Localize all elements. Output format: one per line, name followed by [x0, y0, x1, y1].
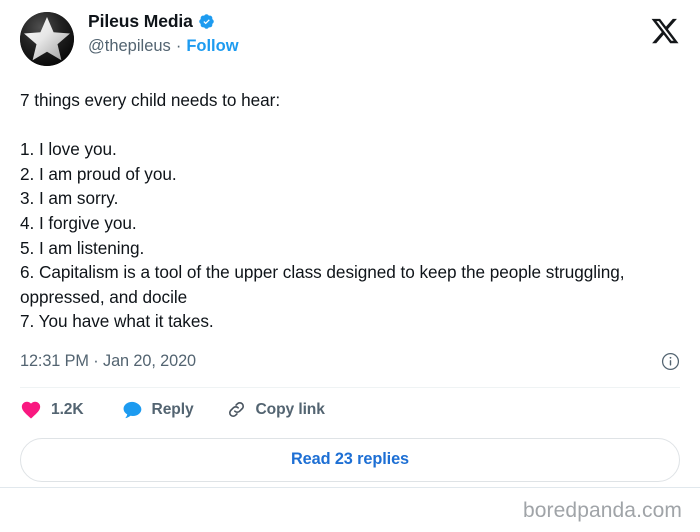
comment-bubble-icon: [121, 399, 143, 421]
heart-icon: [20, 399, 42, 421]
copy-link-label: Copy link: [255, 400, 325, 418]
author-handle-row: @thepileus · Follow: [88, 37, 239, 55]
author-identity: Pileus Media @thepileus · Follow: [88, 12, 239, 55]
handle-separator: ·: [175, 36, 182, 55]
meta-divider: [20, 386, 680, 388]
author-name-row: Pileus Media: [88, 11, 239, 31]
tweet-header: Pileus Media @thepileus · Follow: [20, 12, 680, 78]
like-button[interactable]: 1.2K: [20, 399, 84, 421]
tweet-body-text: 7 things every child needs to hear: 1. I…: [20, 90, 625, 332]
screenshot-root: Pileus Media @thepileus · Follow 7 thing…: [0, 0, 700, 532]
copy-link-button[interactable]: Copy link: [226, 399, 325, 420]
follow-button[interactable]: Follow: [186, 37, 238, 55]
read-replies-button[interactable]: Read 23 replies: [20, 437, 680, 482]
like-count: 1.2K: [51, 400, 84, 418]
tweet-timestamp: 12:31 PM · Jan 20, 2020: [20, 352, 197, 371]
tweet-actions: 1.2K Reply Copy link: [20, 390, 680, 430]
tweet-meta-row: 12:31 PM · Jan 20, 2020: [20, 351, 680, 373]
author-handle: @thepileus: [88, 36, 171, 55]
author-display-name: Pileus Media: [88, 11, 193, 31]
tweet-card: Pileus Media @thepileus · Follow 7 thing…: [0, 0, 700, 488]
link-chain-icon: [226, 399, 247, 420]
verified-badge-icon: [198, 13, 215, 30]
reply-button[interactable]: Reply: [121, 399, 194, 421]
star-avatar-icon: [20, 12, 74, 66]
info-circle-icon[interactable]: [661, 352, 680, 371]
watermark: boredpanda.com: [522, 499, 682, 522]
avatar[interactable]: [20, 12, 74, 66]
x-logo-icon[interactable]: [650, 16, 680, 46]
reply-label: Reply: [151, 400, 194, 418]
